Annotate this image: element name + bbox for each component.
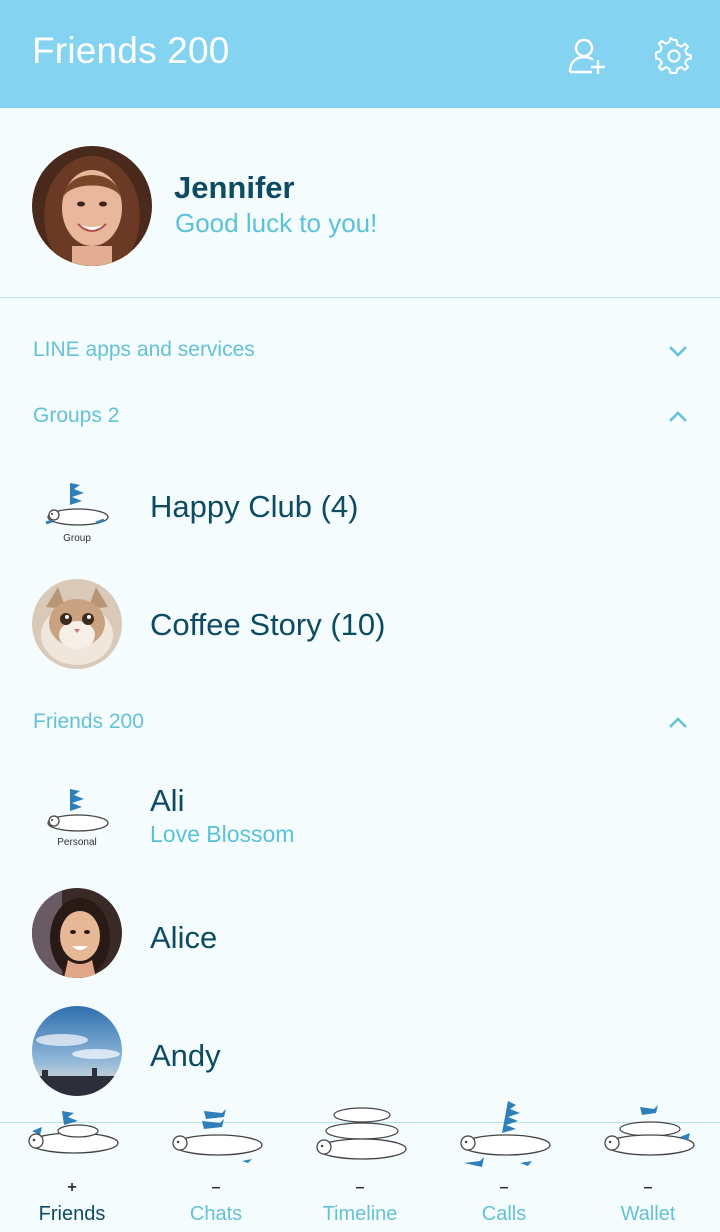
seal-fish-icon [172, 1109, 263, 1163]
tab-label: Wallet [620, 1203, 676, 1225]
section-line-apps[interactable]: LINE apps and services [0, 326, 720, 376]
tab-chats[interactable]: – Chats [144, 1109, 288, 1232]
tab-indicator: – [355, 1179, 365, 1196]
tab-indicator: – [211, 1179, 221, 1196]
tab-indicator: – [643, 1179, 653, 1196]
section-friends[interactable]: Friends 200 [0, 698, 720, 748]
group-avatar [32, 579, 122, 669]
tab-indicator: + [67, 1179, 77, 1196]
seal-stack-icon [28, 1111, 119, 1154]
group-row[interactable]: Coffee Story (10) [0, 571, 720, 681]
profile-status: Good luck to you! [175, 208, 378, 238]
chevron-up-icon [669, 411, 687, 422]
settings-button[interactable] [652, 34, 696, 78]
gear-icon [655, 37, 692, 74]
friend-avatar-caption: Personal [57, 837, 97, 848]
tab-friends[interactable]: + Friends [0, 1111, 144, 1232]
tab-indicator: – [499, 1179, 509, 1196]
tab-label: Timeline [322, 1203, 398, 1225]
group-name: Happy Club (4) [150, 489, 359, 524]
friend-avatar [32, 888, 122, 978]
friend-avatar [32, 1006, 122, 1096]
friend-avatar: Personal [32, 771, 122, 861]
section-label: Groups 2 [33, 404, 120, 427]
tab-label: Chats [189, 1203, 243, 1225]
profile-avatar[interactable] [32, 146, 152, 266]
friend-row[interactable]: Andy [0, 998, 720, 1108]
friend-name: Ali [150, 783, 185, 818]
chevron-up-icon [669, 717, 687, 728]
app-header: Friends 200 [0, 0, 720, 108]
friend-status: Love Blossom [150, 821, 295, 847]
profile-name: Jennifer [174, 170, 295, 205]
friend-name: Alice [150, 920, 218, 955]
group-avatar: Group [32, 463, 122, 553]
page-title: Friends 200 [32, 30, 230, 71]
friend-row[interactable]: Alice [0, 880, 720, 990]
seal-fish-tower-icon [460, 1101, 551, 1167]
section-groups[interactable]: Groups 2 [0, 392, 720, 442]
bottom-nav: + Friends – Chats – Timeline – Calls – W… [0, 1101, 720, 1232]
seal-pair-icon [604, 1105, 695, 1156]
section-label: LINE apps and services [33, 338, 255, 361]
chevron-down-icon [669, 346, 687, 357]
group-row[interactable]: Group Happy Club (4) [0, 453, 720, 563]
tab-timeline[interactable]: – Timeline [288, 1107, 432, 1232]
friend-row[interactable]: Personal Ali Love Blossom [0, 761, 720, 871]
tab-label: Friends [38, 1203, 106, 1225]
tab-label: Calls [481, 1203, 527, 1225]
my-profile[interactable]: Jennifer Good luck to you! [0, 108, 720, 298]
friend-name: Andy [150, 1038, 221, 1073]
group-name: Coffee Story (10) [150, 607, 386, 642]
section-label: Friends 200 [33, 710, 144, 733]
tab-calls[interactable]: – Calls [432, 1101, 576, 1232]
add-person-icon [568, 38, 605, 74]
seal-tower-icon [316, 1107, 407, 1160]
tab-wallet[interactable]: – Wallet [576, 1105, 720, 1232]
group-avatar-caption: Group [63, 533, 91, 544]
add-friend-button[interactable] [566, 34, 610, 78]
